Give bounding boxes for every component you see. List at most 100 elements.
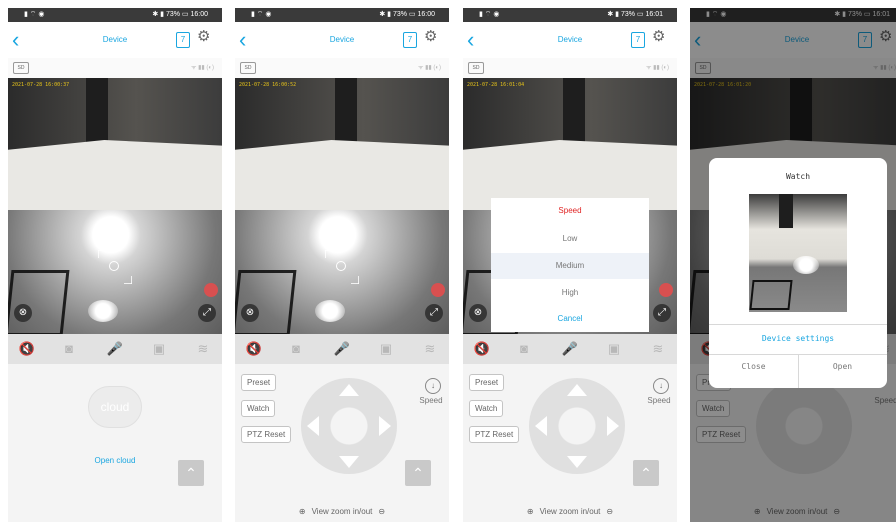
ptz-toggle-icon[interactable]: ⊗ [14,304,32,322]
mute-icon[interactable]: 🔇 [245,340,263,358]
gear-icon[interactable]: ⚙ [424,29,440,45]
preset-button[interactable]: Preset [241,374,277,391]
gear-icon[interactable]: ⚙ [652,29,668,45]
open-button[interactable]: Open [798,362,887,371]
status-left: ▮ ⌔ ◉ [479,11,500,18]
sd-card-icon: SD [468,62,484,74]
speed-cancel-option[interactable]: Cancel [491,306,649,332]
direction-pad[interactable] [301,378,397,474]
calendar-icon[interactable]: 7 [403,32,417,48]
speed-low-option[interactable]: Low [491,226,649,252]
status-bar: ▮ ⌔ ◉ ✱ ▮ 73% ▭ 16:00 [235,8,449,22]
down-arrow-icon[interactable] [567,456,587,468]
camera-icon[interactable]: ◙ [515,340,533,358]
focus-reticle-icon [325,250,359,284]
back-button[interactable]: ‹ [239,26,259,54]
expand-up-button[interactable]: ⌃ [405,460,431,486]
zoom-control: ⊕ View zoom in/out ⊖ [235,507,449,516]
record-icon[interactable]: ▣ [605,340,623,358]
status-bar: ▮ ⌔ ◉ ✱ ▮ 73% ▭ 16:00 [8,8,222,22]
sd-card-icon: SD [240,62,256,74]
up-arrow-icon[interactable] [567,384,587,396]
info-bar: SD ᯤ ▮▮ (◐) [463,58,677,78]
status-left: ▮ ⌔ ◉ [24,11,45,18]
speed-sheet: Speed Low Medium High Cancel [491,198,649,332]
mic-icon[interactable]: 🎤 [561,340,579,358]
ptz-toggle-icon[interactable]: ⊗ [469,304,487,322]
speed-label[interactable]: Speed [413,396,449,405]
up-arrow-icon[interactable] [339,384,359,396]
right-arrow-icon[interactable] [607,416,619,436]
mute-icon[interactable]: 🔇 [18,340,36,358]
fullscreen-icon[interactable]: ⤢ [198,304,216,322]
control-toolbar: 🔇 ◙ 🎤 ▣ ≋ [463,334,677,364]
signal-icons: ᯤ ▮▮ (◐) [645,65,669,71]
record-indicator-icon [659,283,673,297]
gear-icon[interactable]: ⚙ [197,29,213,45]
ptz-panel: Preset Watch PTZ Reset ↓ Speed ⌃ ⊕ View z… [235,364,449,522]
preset-button[interactable]: Preset [469,374,505,391]
more-icon[interactable]: ≋ [649,340,667,358]
video-timestamp: 2021-07-28 16:00:37 [12,82,70,88]
mic-icon[interactable]: 🎤 [333,340,351,358]
watch-dialog: Watch Device settings Close Open [709,158,887,388]
watch-preview-image [749,194,847,312]
speed-sheet-title: Speed [558,206,582,215]
signal-icons: ᯤ ▮▮ (◐) [190,65,214,71]
sd-card-icon: SD [13,62,29,74]
back-button[interactable]: ‹ [467,26,487,54]
left-arrow-icon[interactable] [535,416,547,436]
speed-icon[interactable]: ↓ [653,378,669,394]
zoom-in-icon[interactable]: ⊕ [299,507,306,516]
screen-device-watch-dialog: ▮ ⌔ ◉ ✱ ▮ 73% ▭ 16:01 Device ‹ 7 ⚙ SD ᯤ … [690,8,896,522]
live-video[interactable]: 2021-07-28 16:00:37 ⊗ ⤢ [8,78,222,334]
ptz-reset-button[interactable]: PTZ Reset [469,426,520,443]
record-icon[interactable]: ▣ [377,340,395,358]
cloud-icon: cloud [88,386,142,428]
left-arrow-icon[interactable] [307,416,319,436]
mute-icon[interactable]: 🔇 [473,340,491,358]
video-timestamp: 2021-07-28 16:01:04 [467,82,525,88]
nav-bar: Device ‹ 7 ⚙ [8,22,222,58]
device-settings-link[interactable]: Device settings [709,334,887,343]
down-arrow-icon[interactable] [339,456,359,468]
focus-reticle-icon [98,250,132,284]
more-icon[interactable]: ≋ [421,340,439,358]
control-toolbar: 🔇 ◙ 🎤 ▣ ≋ [8,334,222,364]
zoom-out-icon[interactable]: ⊖ [606,507,613,516]
camera-icon[interactable]: ◙ [60,340,78,358]
more-icon[interactable]: ≋ [194,340,212,358]
ptz-toggle-icon[interactable]: ⊗ [241,304,259,322]
ptz-reset-button[interactable]: PTZ Reset [241,426,292,443]
expand-up-button[interactable]: ⌃ [633,460,659,486]
fullscreen-icon[interactable]: ⤢ [425,304,443,322]
back-button[interactable]: ‹ [12,26,32,54]
expand-up-button[interactable]: ⌃ [178,460,204,486]
calendar-icon[interactable]: 7 [631,32,645,48]
status-left: ▮ ⌔ ◉ [251,11,272,18]
zoom-in-icon[interactable]: ⊕ [527,507,534,516]
live-video[interactable]: 2021-07-28 16:00:52 ⊗ ⤢ [235,78,449,334]
speed-label[interactable]: Speed [641,396,677,405]
speed-medium-option[interactable]: Medium [491,253,649,279]
info-bar: SD ᯤ ▮▮ (◐) [235,58,449,78]
camera-icon[interactable]: ◙ [287,340,305,358]
dialog-title: Watch [785,172,811,181]
right-arrow-icon[interactable] [379,416,391,436]
speed-high-option[interactable]: High [491,280,649,306]
calendar-icon[interactable]: 7 [176,32,190,48]
direction-pad[interactable] [529,378,625,474]
zoom-out-icon[interactable]: ⊖ [378,507,385,516]
screen-device-ptz: ▮ ⌔ ◉ ✱ ▮ 73% ▭ 16:00 Device ‹ 7 ⚙ SD ᯤ … [235,8,449,522]
mic-icon[interactable]: 🎤 [106,340,124,358]
signal-icons: ᯤ ▮▮ (◐) [417,65,441,71]
fullscreen-icon[interactable]: ⤢ [653,304,671,322]
info-bar: SD ᯤ ▮▮ (◐) [8,58,222,78]
speed-icon[interactable]: ↓ [425,378,441,394]
close-button[interactable]: Close [709,362,798,371]
screen-device-speed: ▮ ⌔ ◉ ✱ ▮ 73% ▭ 16:01 Device ‹ 7 ⚙ SD ᯤ … [463,8,677,522]
record-icon[interactable]: ▣ [150,340,168,358]
record-indicator-icon [431,283,445,297]
watch-button[interactable]: Watch [241,400,276,417]
watch-button[interactable]: Watch [469,400,504,417]
